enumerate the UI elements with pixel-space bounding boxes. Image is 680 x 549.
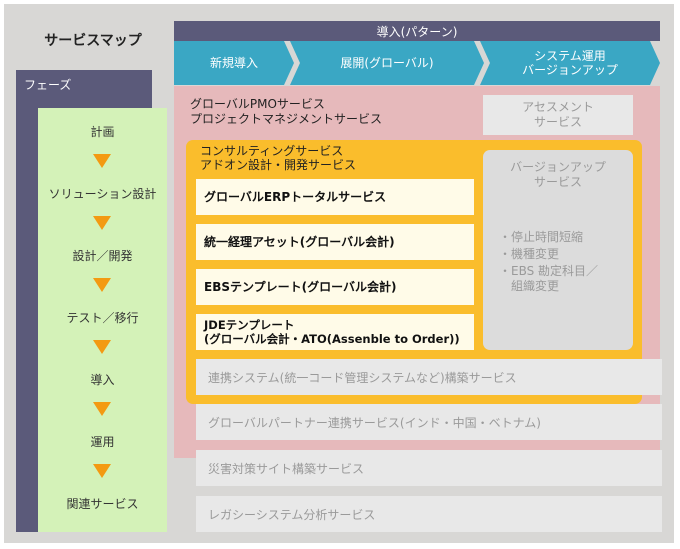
service-map-diagram: サービスマップ フェーズ 計画 ソリューション設計 設計／開発 テスト／移行 導… [0, 0, 680, 549]
phase-step-introduction: 導入 [90, 372, 115, 387]
version-upgrade-box: バージョンアップ サービス ・停止時間短縮 ・機種変更 ・EBS 勘定科目／ 組… [483, 150, 633, 350]
phase-step-solution-design: ソリューション設計 [48, 186, 157, 201]
arrow-down-icon [93, 278, 111, 292]
pmo-project-mgmt-label: プロジェクトマネジメントサービス [190, 112, 383, 126]
phase-label: フェーズ [24, 78, 72, 92]
phase-list: 計画 ソリューション設計 設計／開発 テスト／移行 導入 運用 関連サービス [38, 108, 167, 532]
upgrade-bullet-downtime: ・停止時間短縮 [499, 230, 584, 244]
version-upgrade-title: バージョンアップ サービス [510, 160, 606, 189]
phase-step-plan: 計画 [90, 124, 115, 139]
arrow-down-icon [93, 340, 111, 354]
solution-global-erp: グローバルERPトータルサービス [196, 179, 474, 215]
intro-pattern-header: 導入(パターン) [174, 21, 660, 41]
upgrade-bullet-ebs-accounts: ・EBS 勘定科目／ 組織変更 [499, 264, 599, 293]
assessment-service-box: アセスメント サービス [483, 95, 633, 135]
arrow-down-icon [93, 216, 111, 230]
pmo-global-label: グローバルPMOサービス [190, 97, 325, 111]
arrow-down-icon [93, 402, 111, 416]
solution-unified-accounting-asset: 統一経理アセット(グローバル会計) [196, 224, 474, 260]
upgrade-bullet-model-change: ・機種変更 [499, 247, 560, 261]
addon-design-dev-label: アドオン設計・開発サービス [200, 158, 357, 172]
pattern-global-rollout: 展開(グローバル) [290, 41, 484, 85]
solution-ebs-template: EBSテンプレート(グローバル会計) [196, 269, 474, 305]
arrow-down-icon [93, 464, 111, 478]
related-service-global-partner: グローバルパートナー連携サービス(インド・中国・ベトナム) [196, 404, 662, 440]
phase-step-design-dev: 設計／開発 [72, 248, 133, 263]
related-service-integration-system: 連携システム(統一コード管理システムなど)構築サービス [196, 359, 662, 395]
phase-step-operation: 運用 [90, 434, 115, 449]
arrow-down-icon [93, 154, 111, 168]
related-service-legacy-analysis: レガシーシステム分析サービス [196, 496, 662, 532]
service-map-title: サービスマップ [44, 33, 142, 49]
solution-jde-template: JDEテンプレート (グローバル会計・ATO(Assenble to Order… [196, 314, 474, 350]
pattern-new-introduction: 新規導入 [174, 41, 294, 85]
related-service-disaster-recovery: 災害対策サイト構築サービス [196, 450, 662, 486]
pattern-system-operation-upgrade: システム運用 バージョンアップ [480, 41, 660, 85]
phase-step-related-services: 関連サービス [66, 496, 139, 511]
phase-step-test-migration: テスト／移行 [66, 310, 139, 325]
